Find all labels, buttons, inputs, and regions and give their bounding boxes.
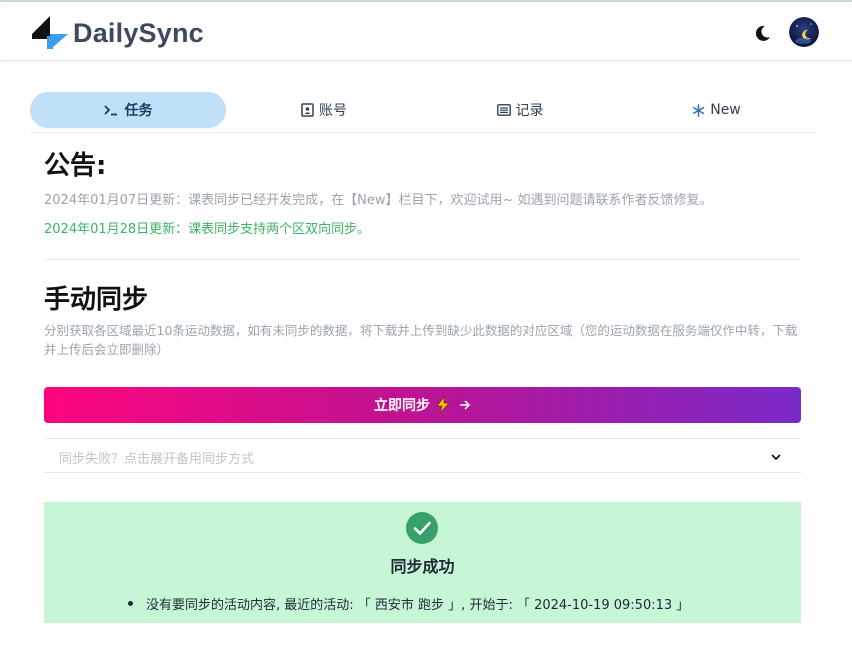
snowflake-icon [692, 103, 705, 117]
notice-title: 公告: [44, 151, 107, 181]
contact-card-icon [301, 103, 314, 117]
terminal-icon [103, 104, 120, 116]
notice-item: 2024年01月28日更新：课表同步支持两个区双向同步。 [44, 222, 371, 237]
notice-item: 2024年01月07日更新：课表同步已经开发完成，在【New】栏目下，欢迎试用~… [44, 193, 713, 208]
sync-now-button[interactable]: 立即同步 [44, 387, 801, 423]
lightning-icon [436, 397, 450, 413]
fallback-sync-accordion[interactable]: 同步失败？点击展开备用同步方式 [44, 438, 801, 473]
sync-result-title: 同步成功 [390, 557, 455, 576]
tab-label: New [710, 102, 741, 118]
arrow-right-icon [459, 399, 471, 411]
chevron-down-icon[interactable] [769, 449, 783, 463]
main-tabs: 任务 账号 记录 New [30, 92, 815, 133]
fallback-sync-label: 同步失败？点击展开备用同步方式 [59, 452, 255, 467]
moon-icon[interactable] [752, 22, 774, 44]
tab-label: 账号 [319, 103, 347, 119]
manual-sync-description: 分别获取各区域最近10条运动数据，如有未同步的数据，将下载并上传到缺少此数据的对… [44, 323, 798, 357]
check-circle-icon [406, 512, 438, 544]
list-icon [496, 104, 511, 116]
section-divider [44, 259, 801, 260]
app-header: DailySync [0, 2, 852, 61]
tab-label: 记录 [515, 103, 544, 119]
tab-records[interactable]: 记录 [422, 92, 618, 128]
tab-account[interactable]: 账号 [226, 92, 422, 128]
list-item: 没有要同步的活动内容, 最近的活动: 「 西安市 跑步 」, 开始于: 「 20… [128, 594, 689, 613]
sync-result-message: 没有要同步的活动内容, 最近的活动: 「 西安市 跑步 」, 开始于: 「 20… [146, 598, 690, 613]
brand-name[interactable]: DailySync [73, 16, 204, 50]
tab-tasks[interactable]: 任务 [30, 92, 226, 128]
tab-label: 任务 [124, 103, 153, 119]
tab-new[interactable]: New [618, 92, 815, 128]
manual-sync-title: 手动同步 [44, 285, 149, 315]
dailysync-logo-icon[interactable] [30, 12, 68, 50]
user-avatar[interactable] [789, 17, 819, 47]
bullet [128, 601, 133, 606]
sync-now-label: 立即同步 [374, 398, 430, 414]
sync-result-panel: 同步成功 没有要同步的活动内容, 最近的活动: 「 西安市 跑步 」, 开始于:… [44, 502, 801, 623]
